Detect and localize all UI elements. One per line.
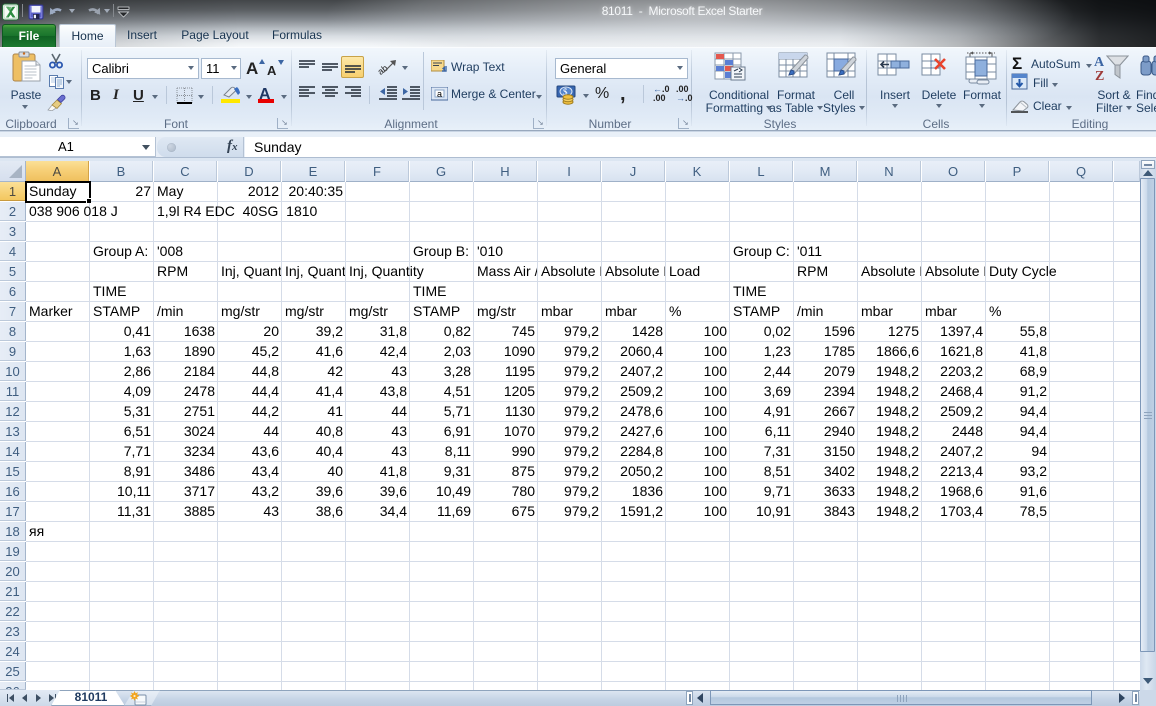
svg-text:A: A <box>1094 55 1105 70</box>
svg-text:ab: ab <box>378 63 390 76</box>
svg-text:a: a <box>437 89 442 99</box>
svg-text:Z: Z <box>1095 69 1104 83</box>
